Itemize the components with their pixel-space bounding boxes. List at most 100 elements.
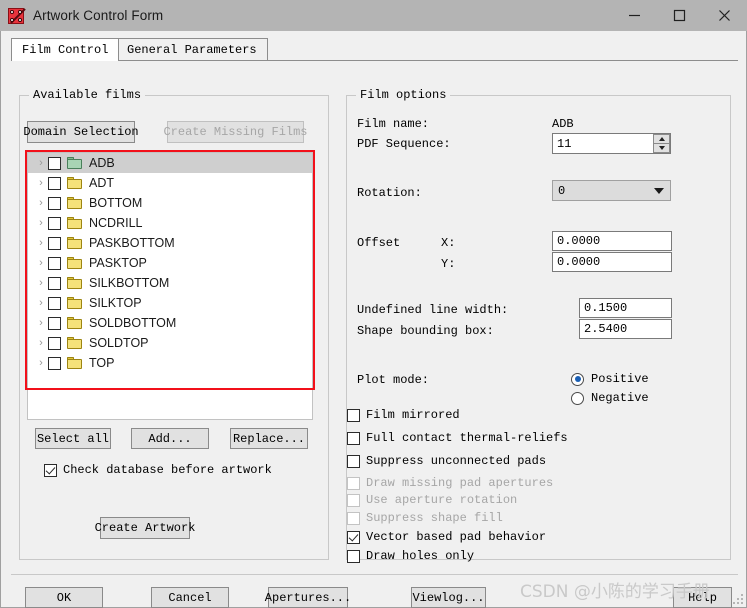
replace-label: Replace... (232, 431, 305, 446)
active-tab-underline-mask (12, 60, 115, 61)
ok-button[interactable]: OK (25, 587, 103, 608)
folder-icon (67, 277, 82, 289)
tab-general-parameters-label: General Parameters (127, 42, 257, 57)
plot-mode-label: Plot mode: (357, 373, 430, 387)
folder-icon (67, 257, 82, 269)
tree-row-checkbox[interactable] (48, 156, 61, 170)
full-contact-thermal-reliefs-checkbox-box[interactable] (347, 431, 360, 445)
chevron-right-icon[interactable]: › (34, 177, 48, 189)
chevron-down-icon (654, 187, 664, 194)
chevron-right-icon[interactable]: › (34, 237, 48, 249)
check-database-before-artwork-checkbox[interactable]: Check database before artwork (44, 463, 272, 477)
stepper-down-icon[interactable] (653, 144, 670, 153)
draw-holes-only-checkbox-box[interactable] (347, 549, 360, 563)
film-options-title: Film options (356, 88, 451, 102)
radio-positive-dot[interactable] (571, 372, 584, 386)
tree-row[interactable]: › SOLDBOTTOM (28, 313, 312, 333)
replace-button[interactable]: Replace... (230, 428, 308, 449)
plot-mode-positive-radio[interactable]: Positive (571, 372, 649, 386)
film-mirrored-checkbox-box[interactable] (347, 408, 360, 422)
rotation-label: Rotation: (357, 186, 422, 200)
viewlog-button[interactable]: Viewlog... (411, 587, 486, 608)
radio-negative-dot[interactable] (571, 391, 584, 405)
chevron-right-icon[interactable]: › (34, 317, 48, 329)
tree-row[interactable]: › TOP (28, 353, 312, 373)
chevron-right-icon[interactable]: › (34, 277, 48, 289)
chevron-right-icon[interactable]: › (34, 157, 48, 169)
tree-row-checkbox[interactable] (48, 216, 61, 230)
tree-row[interactable]: › NCDRILL (28, 213, 312, 233)
available-films-tree[interactable]: › ADB › ADT › BOTTOM › NCDRILL › PASKBOTTOM › PASKT… (27, 152, 313, 420)
offset-x-label: X: (441, 236, 456, 250)
check-database-checkbox-box[interactable] (44, 463, 57, 477)
tree-row[interactable]: › BOTTOM (28, 193, 312, 213)
shape-bounding-box-label: Shape bounding box: (357, 324, 494, 338)
film-name-value: ADB (552, 117, 574, 131)
rotation-select[interactable]: 0 (552, 180, 671, 201)
plot-mode-negative-radio[interactable]: Negative (571, 391, 649, 405)
maximize-icon[interactable] (657, 0, 702, 31)
folder-icon (67, 297, 82, 309)
vector-based-pad-behavior-checkbox-box[interactable] (347, 530, 360, 544)
tree-row-checkbox[interactable] (48, 236, 61, 250)
apertures-button[interactable]: Apertures... (265, 587, 351, 608)
tree-row[interactable]: › ADT (28, 173, 312, 193)
tree-row-checkbox[interactable] (48, 316, 61, 330)
chevron-right-icon[interactable]: › (34, 217, 48, 229)
folder-icon (67, 357, 82, 369)
film-mirrored-checkbox[interactable]: Film mirrored (347, 408, 460, 422)
draw-holes-only-checkbox[interactable]: Draw holes only (347, 549, 474, 563)
add-button[interactable]: Add... (131, 428, 209, 449)
tree-row[interactable]: › PASKBOTTOM (28, 233, 312, 253)
artwork-control-form-window: Artwork Control Form Film Control Genera… (0, 0, 747, 608)
close-icon[interactable] (702, 0, 747, 31)
tab-general-parameters[interactable]: General Parameters (116, 38, 268, 60)
cancel-button[interactable]: Cancel (151, 587, 229, 608)
full-contact-thermal-reliefs-checkbox[interactable]: Full contact thermal-reliefs (347, 431, 568, 445)
chevron-right-icon[interactable]: › (34, 197, 48, 209)
tree-row-checkbox[interactable] (48, 276, 61, 290)
use-aperture-rotation-label: Use aperture rotation (366, 493, 518, 507)
create-artwork-button[interactable]: Create Artwork (95, 517, 195, 539)
offset-y-input[interactable]: 0.0000 (552, 252, 672, 272)
help-button[interactable]: Help (673, 587, 732, 608)
minimize-icon[interactable] (612, 0, 657, 31)
stepper-up-icon[interactable] (653, 134, 670, 144)
tree-row-checkbox[interactable] (48, 356, 61, 370)
tree-row[interactable]: › SOLDTOP (28, 333, 312, 353)
tab-film-control[interactable]: Film Control (11, 38, 120, 61)
tree-row[interactable]: › ADB (28, 153, 312, 173)
tree-row-label: PASKTOP (89, 256, 147, 270)
use-aperture-rotation-checkbox-box (347, 493, 360, 507)
tree-row-label: SOLDBOTTOM (89, 316, 177, 330)
shape-bounding-box-input[interactable]: 2.5400 (579, 319, 672, 339)
select-all-button[interactable]: Select all (35, 428, 111, 449)
tab-film-control-label: Film Control (22, 43, 109, 57)
tree-row-checkbox[interactable] (48, 196, 61, 210)
resize-grip[interactable] (733, 594, 743, 604)
tree-row[interactable]: › SILKBOTTOM (28, 273, 312, 293)
chevron-right-icon[interactable]: › (34, 297, 48, 309)
undefined-line-width-input[interactable]: 0.1500 (579, 298, 672, 318)
folder-icon (67, 157, 82, 169)
tree-row-checkbox[interactable] (48, 296, 61, 310)
app-icon-dot (18, 9, 22, 14)
pdf-sequence-stepper[interactable] (653, 134, 670, 153)
vector-based-pad-behavior-checkbox[interactable]: Vector based pad behavior (347, 530, 546, 544)
chevron-right-icon[interactable]: › (34, 337, 48, 349)
domain-selection-button[interactable]: Domain Selection (23, 121, 139, 143)
tree-row-label: ADT (89, 176, 114, 190)
suppress-unconnected-pads-checkbox-box[interactable] (347, 454, 360, 468)
tree-row[interactable]: › PASKTOP (28, 253, 312, 273)
plot-mode-negative-label: Negative (591, 391, 649, 405)
tree-row-checkbox[interactable] (48, 176, 61, 190)
offset-x-input[interactable]: 0.0000 (552, 231, 672, 251)
chevron-right-icon[interactable]: › (34, 357, 48, 369)
create-missing-films-button[interactable]: Create Missing Films (163, 121, 308, 143)
suppress-unconnected-pads-checkbox[interactable]: Suppress unconnected pads (347, 454, 546, 468)
chevron-right-icon[interactable]: › (34, 257, 48, 269)
draw-missing-pad-apertures-checkbox: Draw missing pad apertures (347, 476, 553, 490)
tree-row[interactable]: › SILKTOP (28, 293, 312, 313)
tree-row-checkbox[interactable] (48, 336, 61, 350)
tree-row-checkbox[interactable] (48, 256, 61, 270)
